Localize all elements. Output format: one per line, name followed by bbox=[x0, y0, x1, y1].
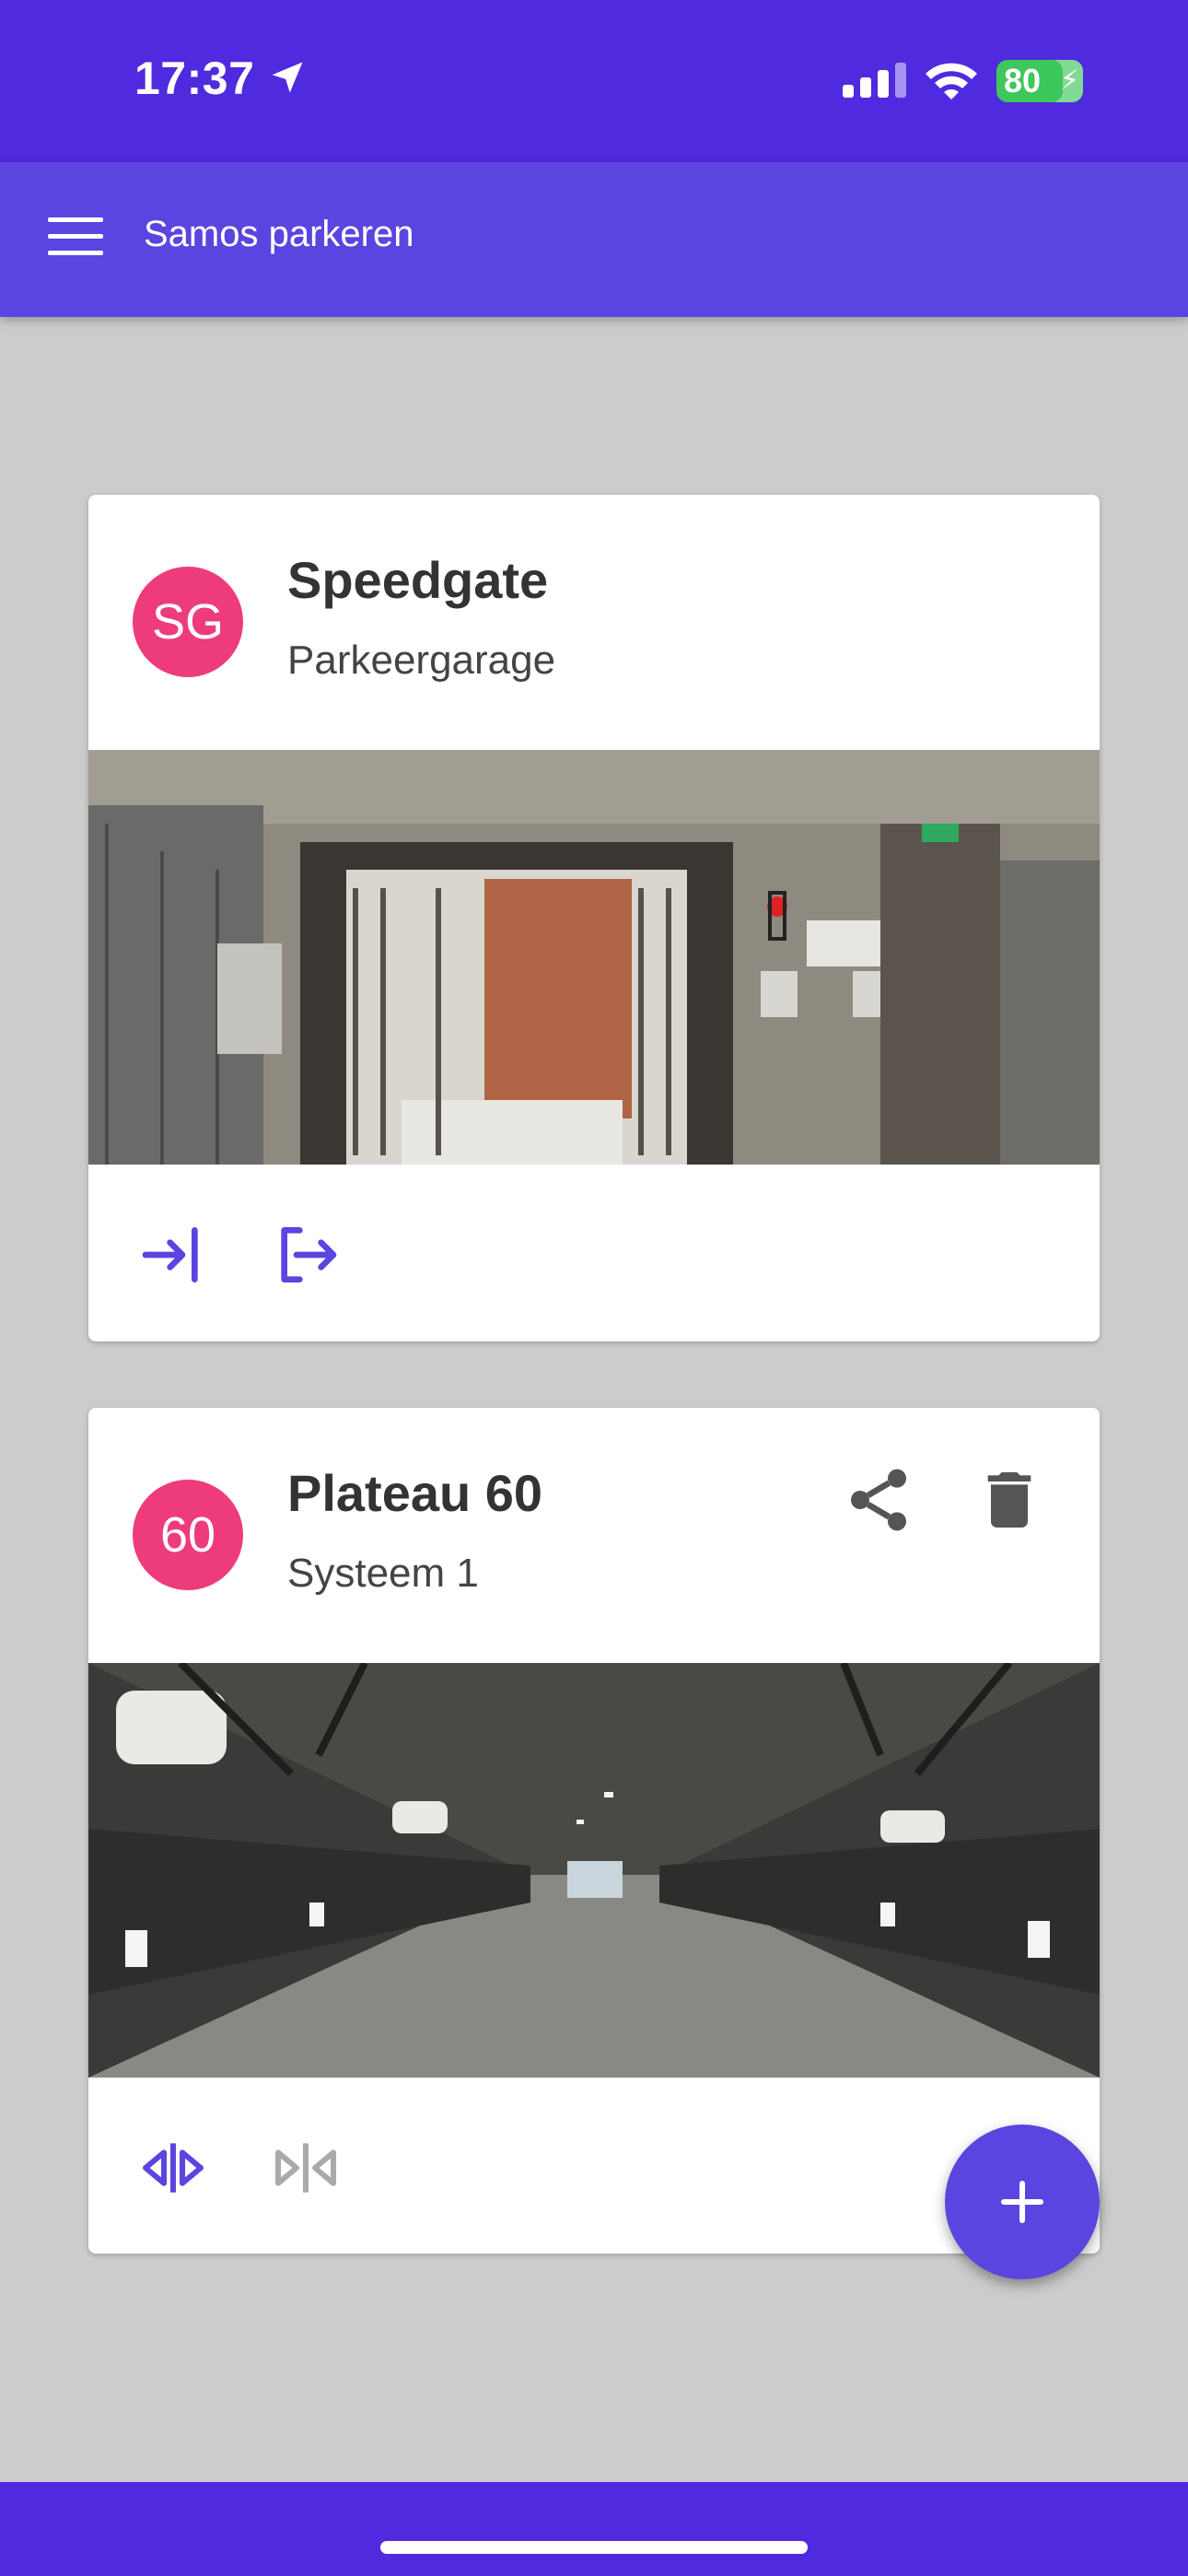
avatar: 60 bbox=[133, 1480, 243, 1590]
app-title: Samos parkeren bbox=[144, 214, 414, 254]
logout-icon[interactable] bbox=[269, 1218, 343, 1292]
location-card-plateau-60[interactable]: 60 Plateau 60 Systeem 1 bbox=[88, 1408, 1100, 2254]
share-icon[interactable] bbox=[842, 1463, 915, 1537]
add-button[interactable] bbox=[945, 2125, 1100, 2279]
close-gate-icon[interactable] bbox=[269, 2131, 343, 2205]
wifi-icon bbox=[926, 63, 977, 100]
card-title: Speedgate bbox=[287, 551, 549, 609]
login-icon[interactable] bbox=[136, 1218, 210, 1292]
delete-icon[interactable] bbox=[973, 1463, 1046, 1537]
bottom-bar bbox=[0, 2482, 1188, 2576]
cellular-signal-icon bbox=[843, 63, 906, 98]
status-time: 17:37 bbox=[134, 53, 255, 104]
status-bar: 17:37 80 ⚡ bbox=[0, 0, 1188, 162]
card-subtitle: Parkeergarage bbox=[287, 638, 556, 683]
parking-garage-gate-photo bbox=[88, 750, 1100, 1165]
bolt-icon: ⚡ bbox=[1059, 65, 1079, 96]
location-card-speedgate[interactable]: SG Speedgate Parkeergarage bbox=[88, 495, 1100, 1341]
card-title: Plateau 60 bbox=[287, 1464, 543, 1522]
avatar: SG bbox=[133, 567, 243, 677]
hamburger-menu-icon[interactable] bbox=[48, 217, 103, 263]
open-gate-icon[interactable] bbox=[136, 2131, 210, 2205]
battery-charging-icon: 80 ⚡ bbox=[996, 60, 1083, 102]
home-indicator[interactable] bbox=[380, 2541, 808, 2554]
card-subtitle: Systeem 1 bbox=[287, 1551, 479, 1596]
location-arrow-icon bbox=[272, 62, 303, 93]
parking-system-corridor-photo bbox=[88, 1663, 1100, 2078]
app-bar: Samos parkeren bbox=[0, 162, 1188, 317]
battery-level: 80 bbox=[1004, 62, 1042, 100]
plus-icon bbox=[1001, 2181, 1043, 2223]
